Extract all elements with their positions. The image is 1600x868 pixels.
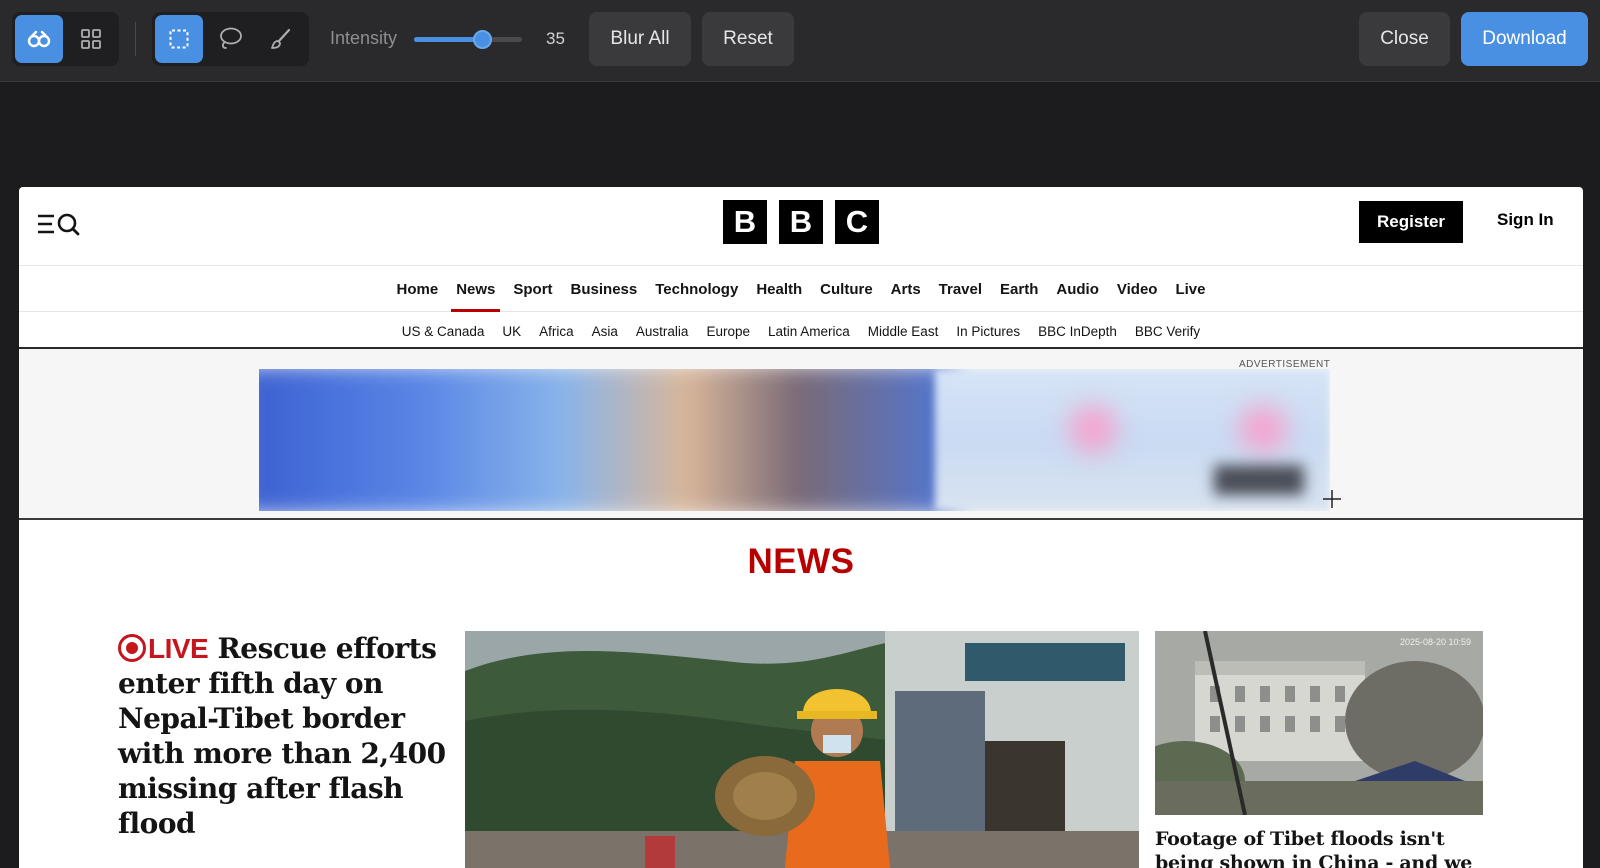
section-title: NEWS: [747, 542, 855, 581]
intensity-slider-thumb[interactable]: [473, 30, 493, 49]
secondary-story-image[interactable]: 2025-08-20 10:59: [1155, 631, 1483, 815]
lasso-select-button[interactable]: [206, 15, 254, 63]
grid-mode-button[interactable]: [67, 15, 115, 63]
rectangle-select-button[interactable]: [155, 15, 203, 63]
intensity-slider-track[interactable]: [414, 37, 522, 42]
subnav-item-asia[interactable]: Asia: [583, 324, 627, 339]
subnav-item-africa[interactable]: Africa: [530, 324, 583, 339]
subnav-item-europe[interactable]: Europe: [697, 324, 759, 339]
nav-item-travel[interactable]: Travel: [930, 267, 991, 312]
brush-icon: [271, 28, 291, 49]
secondary-nav: US & Canada UK Africa Asia Australia Europe La…: [19, 313, 1583, 349]
live-icon: [118, 634, 146, 662]
blur-toolbar: Intensity 35 Blur All Reset Close Downlo…: [0, 0, 1600, 82]
primary-nav: Home News Sport Business Technology Health Cul…: [19, 267, 1583, 312]
nav-item-video[interactable]: Video: [1108, 267, 1167, 312]
crosshair-cursor-icon: [1323, 490, 1341, 508]
nav-item-audio[interactable]: Audio: [1047, 267, 1108, 312]
lead-story-headline[interactable]: LIVE Rescue efforts enter fifth day on N…: [118, 630, 448, 841]
rectangle-select-icon: [169, 29, 189, 49]
subnav-item-latin-america[interactable]: Latin America: [759, 324, 859, 339]
menu-search-icon[interactable]: [37, 211, 81, 237]
logo-letter: B: [723, 200, 767, 244]
sign-in-link[interactable]: Sign In: [1497, 210, 1554, 230]
logo-letter: B: [779, 200, 823, 244]
subnav-item-australia[interactable]: Australia: [627, 324, 698, 339]
brush-tool-button[interactable]: [257, 15, 305, 63]
reset-button[interactable]: Reset: [702, 12, 794, 66]
lead-story-image[interactable]: [465, 631, 1139, 868]
nav-item-culture[interactable]: Culture: [811, 267, 882, 312]
logo-letter: C: [835, 200, 879, 244]
nav-item-health[interactable]: Health: [747, 267, 811, 312]
nav-item-arts[interactable]: Arts: [882, 267, 930, 312]
grid-icon: [81, 29, 101, 49]
mode-toggle-group: [12, 12, 119, 66]
bbc-page-canvas[interactable]: B B C Register Sign In Home News Sport Busi…: [19, 187, 1583, 868]
lasso-icon: [220, 27, 242, 49]
subnav-item-bbc-verify[interactable]: BBC Verify: [1126, 324, 1209, 339]
subnav-item-us-canada[interactable]: US & Canada: [393, 324, 494, 339]
nav-item-technology[interactable]: Technology: [646, 267, 747, 312]
intensity-value: 35: [546, 29, 565, 48]
rescue-worker-photo: [465, 631, 1139, 868]
nav-item-business[interactable]: Business: [562, 267, 647, 312]
secondary-story-headline[interactable]: Footage of Tibet floods isn't being show…: [1155, 827, 1483, 868]
nav-item-live[interactable]: Live: [1166, 267, 1214, 312]
blurred-ad-region[interactable]: [259, 369, 1330, 511]
subnav-item-bbc-indepth[interactable]: BBC InDepth: [1029, 324, 1126, 339]
live-label: LIVE: [148, 633, 209, 664]
download-button[interactable]: Download: [1461, 12, 1588, 66]
subnav-item-uk[interactable]: UK: [493, 324, 530, 339]
subnav-item-in-pictures[interactable]: In Pictures: [947, 324, 1029, 339]
nav-item-sport[interactable]: Sport: [504, 267, 561, 312]
intensity-label: Intensity: [330, 28, 398, 48]
blur-mode-button[interactable]: [15, 15, 63, 63]
advertisement-area: ADVERTISEMENT: [19, 349, 1583, 520]
nav-item-news[interactable]: News: [447, 267, 504, 312]
register-button[interactable]: Register: [1359, 201, 1463, 243]
close-button[interactable]: Close: [1359, 12, 1450, 66]
toolbar-divider: [135, 22, 136, 56]
subnav-item-middle-east[interactable]: Middle East: [859, 324, 948, 339]
flood-building-photo: 2025-08-20 10:59: [1155, 631, 1483, 815]
image-timestamp: 2025-08-20 10:59: [1400, 637, 1471, 647]
bbc-header: B B C Register Sign In: [19, 187, 1583, 266]
blur-icon: [27, 30, 51, 48]
nav-item-earth[interactable]: Earth: [991, 267, 1047, 312]
bbc-logo[interactable]: B B C: [723, 200, 879, 244]
selection-tools-group: [152, 12, 309, 66]
blur-all-button[interactable]: Blur All: [589, 12, 691, 66]
nav-item-home[interactable]: Home: [388, 267, 448, 312]
